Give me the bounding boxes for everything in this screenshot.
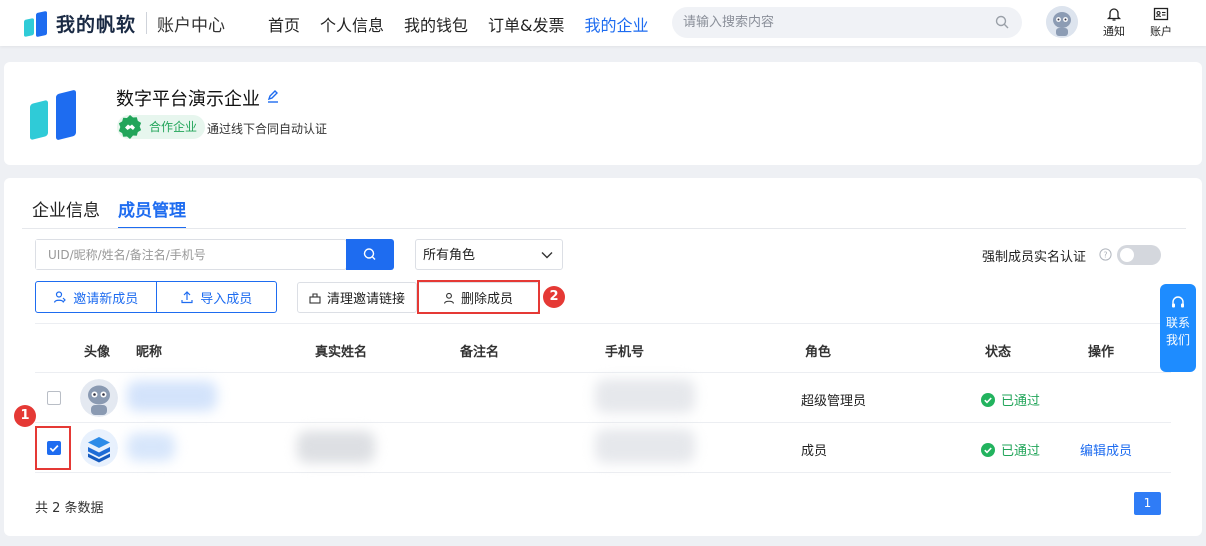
account-label: 账户 <box>1150 25 1172 38</box>
check-circle-icon <box>981 442 995 457</box>
annotation-box-checkbox <box>35 426 71 470</box>
global-search-input[interactable] <box>672 7 972 38</box>
phone-redacted <box>595 379 695 413</box>
clear-invite-links-button[interactable]: 清理邀请链接 <box>297 282 417 313</box>
upload-icon <box>181 291 193 304</box>
row-checkbox[interactable] <box>47 391 61 405</box>
role-cell: 超级管理员 <box>801 394 867 409</box>
col-actions: 操作 <box>1088 345 1115 360</box>
member-search-button[interactable] <box>346 239 394 270</box>
top-navbar: 我的帆软 账户中心 首页 个人信息 我的钱包 订单&发票 我的企业 通知 账户 <box>0 0 1206 46</box>
company-name: 数字平台演示企业 <box>116 89 260 110</box>
main-nav: 首页 个人信息 我的钱包 订单&发票 我的企业 <box>268 12 669 36</box>
col-real-name: 真实姓名 <box>315 345 368 360</box>
member-search <box>35 239 347 270</box>
notification-button[interactable]: 通知 <box>1096 6 1132 39</box>
status-label: 已通过 <box>1001 394 1041 409</box>
import-member-button[interactable]: 导入成员 <box>155 282 277 312</box>
col-remark: 备注名 <box>460 345 500 360</box>
col-nickname: 昵称 <box>136 345 163 360</box>
global-search <box>672 7 1022 38</box>
col-avatar: 头像 <box>84 345 111 360</box>
broom-icon <box>309 292 321 304</box>
total-count: 共 2 条数据 <box>35 501 104 516</box>
partner-badge-label: 合作企业 <box>149 120 198 134</box>
bell-icon <box>1106 8 1122 21</box>
nav-wallet[interactable]: 我的钱包 <box>404 12 468 36</box>
robot-avatar-icon <box>1046 6 1078 38</box>
nav-home[interactable]: 首页 <box>268 12 300 36</box>
help-icon[interactable]: ? <box>1099 248 1112 261</box>
account-button[interactable]: 账户 <box>1143 6 1179 39</box>
certification-note: 通过线下合同自动认证 <box>207 122 328 136</box>
annotation-box-delete <box>417 280 540 314</box>
chevron-down-icon <box>541 252 553 259</box>
stack-logo-icon <box>80 429 118 467</box>
edit-member-link[interactable]: 编辑成员 <box>1080 440 1132 459</box>
annotation-step-1: 1 <box>14 405 36 427</box>
tab-member-management[interactable]: 成员管理 <box>118 196 186 229</box>
search-icon[interactable] <box>995 15 1009 29</box>
id-card-icon <box>1153 7 1169 21</box>
nav-my-enterprise[interactable]: 我的企业 <box>585 12 649 36</box>
partner-badge: 合作企业 <box>117 115 206 139</box>
invite-user-icon <box>54 291 67 303</box>
role-filter-select[interactable]: 所有角色 <box>415 239 563 270</box>
status-label: 已通过 <box>1001 444 1041 459</box>
member-action-group: 邀请新成员 导入成员 <box>35 281 277 313</box>
svg-text:?: ? <box>1103 251 1107 260</box>
contact-us-button[interactable]: 联系 我们 <box>1160 284 1196 372</box>
headset-icon <box>1172 296 1184 308</box>
real-name-redacted <box>297 431 375 463</box>
member-avatar <box>80 379 118 417</box>
toggle-knob <box>1120 248 1134 262</box>
tab-bar: 企业信息 成员管理 <box>32 196 204 229</box>
edit-icon[interactable] <box>266 89 280 103</box>
invite-member-button[interactable]: 邀请新成员 <box>36 282 156 312</box>
table-row: 超级管理员 已通过 <box>35 373 1171 423</box>
table-row: 成员 已通过 编辑成员 <box>35 423 1171 473</box>
col-phone: 手机号 <box>605 345 645 360</box>
status-cell: 已通过 <box>981 390 1040 409</box>
status-cell: 已通过 <box>981 440 1040 459</box>
col-role: 角色 <box>805 345 832 360</box>
brand-logo[interactable]: 我的帆软 账户中心 <box>22 9 226 38</box>
col-status: 状态 <box>985 345 1012 360</box>
clear-invite-links-label: 清理邀请链接 <box>326 292 405 307</box>
force-realname-label: 强制成员实名认证 <box>982 250 1087 265</box>
handshake-icon <box>118 115 142 139</box>
section-title: 账户中心 <box>157 15 226 36</box>
member-search-input[interactable] <box>36 240 336 269</box>
notify-label: 通知 <box>1103 25 1125 38</box>
brand-name: 我的帆软 <box>56 13 137 36</box>
page-1-button[interactable]: 1 <box>1134 492 1161 515</box>
nickname-redacted <box>127 433 175 461</box>
import-member-label: 导入成员 <box>200 291 253 307</box>
table-header: 头像 昵称 真实姓名 备注名 手机号 角色 状态 操作 <box>35 323 1171 373</box>
invite-member-label: 邀请新成员 <box>73 291 139 307</box>
annotation-step-2: 2 <box>543 286 565 308</box>
member-panel: 企业信息 成员管理 所有角色 强制成员实名认证 ? 邀请新成员 导入成员 清理邀… <box>4 178 1202 536</box>
nav-profile[interactable]: 个人信息 <box>320 12 384 36</box>
tab-company-info[interactable]: 企业信息 <box>32 196 100 229</box>
company-logo-icon <box>28 89 82 141</box>
contact-line1: 联系 <box>1165 316 1190 330</box>
tab-divider <box>22 228 1186 229</box>
user-avatar[interactable] <box>1046 6 1078 38</box>
company-card: 数字平台演示企业 合作企业 通过线下合同自动认证 <box>4 62 1202 165</box>
nav-orders-invoices[interactable]: 订单&发票 <box>488 12 564 36</box>
check-circle-icon <box>981 392 995 407</box>
force-realname-toggle[interactable] <box>1117 245 1161 265</box>
phone-redacted <box>595 429 695 463</box>
fanruan-logo-icon <box>22 9 50 38</box>
member-avatar <box>80 429 118 467</box>
search-icon <box>363 248 376 260</box>
role-cell: 成员 <box>801 444 828 459</box>
role-filter-value: 所有角色 <box>423 248 476 263</box>
brand-divider <box>146 12 148 34</box>
robot-avatar-icon <box>80 379 118 417</box>
contact-line2: 我们 <box>1165 333 1190 347</box>
nickname-redacted <box>127 381 217 411</box>
